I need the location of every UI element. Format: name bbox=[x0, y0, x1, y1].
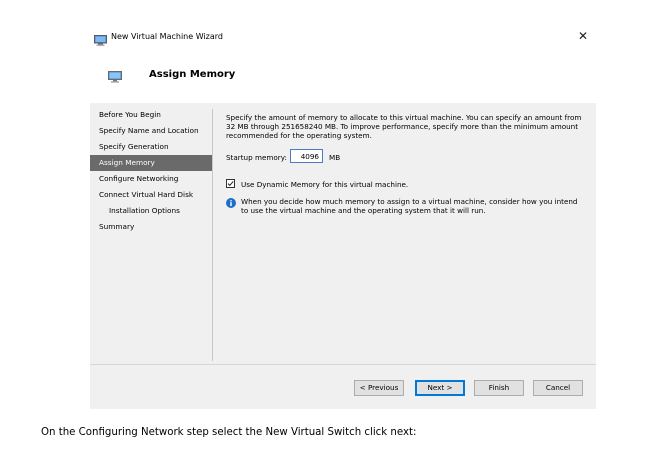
title-bar: New Virtual Machine Wizard ✕ bbox=[94, 29, 598, 46]
nav-item-assign-memory[interactable]: Assign Memory bbox=[90, 155, 212, 171]
hyper-v-monitor-icon bbox=[94, 31, 107, 50]
close-icon[interactable]: ✕ bbox=[578, 29, 588, 43]
nav-item-before-you-begin[interactable]: Before You Begin bbox=[90, 107, 212, 123]
info-text: When you decide how much memory to assig… bbox=[241, 197, 578, 215]
page-header: Assign Memory bbox=[94, 60, 598, 90]
nav-item-specify-name-location[interactable]: Specify Name and Location bbox=[90, 123, 212, 139]
nav-item-specify-generation[interactable]: Specify Generation bbox=[90, 139, 212, 155]
info-icon bbox=[226, 198, 236, 208]
startup-memory-row: Startup memory: MB bbox=[226, 149, 426, 165]
page-title: Assign Memory bbox=[149, 69, 236, 80]
startup-memory-unit: MB bbox=[329, 153, 341, 162]
window-title: New Virtual Machine Wizard bbox=[111, 32, 223, 41]
button-bar-divider bbox=[90, 364, 596, 365]
next-button[interactable]: Next > bbox=[415, 380, 465, 396]
previous-button[interactable]: < Previous bbox=[354, 380, 404, 396]
nav-item-connect-virtual-hard-disk[interactable]: Connect Virtual Hard Disk bbox=[90, 187, 212, 203]
memory-monitor-icon bbox=[108, 68, 122, 87]
main-panel: Specify the amount of memory to allocate… bbox=[226, 113, 586, 215]
checkmark-icon bbox=[227, 181, 234, 187]
cancel-button[interactable]: Cancel bbox=[533, 380, 583, 396]
dynamic-memory-label: Use Dynamic Memory for this virtual mach… bbox=[241, 180, 409, 189]
nav-divider bbox=[212, 109, 213, 361]
wizard-content: Before You Begin Specify Name and Locati… bbox=[90, 103, 596, 409]
startup-memory-input[interactable] bbox=[290, 149, 323, 163]
wizard-steps-nav: Before You Begin Specify Name and Locati… bbox=[90, 107, 212, 235]
startup-memory-label: Startup memory: bbox=[226, 153, 287, 162]
dynamic-memory-row: Use Dynamic Memory for this virtual mach… bbox=[226, 179, 526, 191]
dynamic-memory-checkbox[interactable] bbox=[226, 179, 235, 188]
nav-item-summary[interactable]: Summary bbox=[90, 219, 212, 235]
memory-description: Specify the amount of memory to allocate… bbox=[226, 113, 582, 140]
instruction-caption: On the Configuring Network step select t… bbox=[41, 427, 417, 438]
finish-button[interactable]: Finish bbox=[474, 380, 524, 396]
nav-item-configure-networking[interactable]: Configure Networking bbox=[90, 171, 212, 187]
nav-item-installation-options[interactable]: Installation Options bbox=[90, 203, 212, 219]
